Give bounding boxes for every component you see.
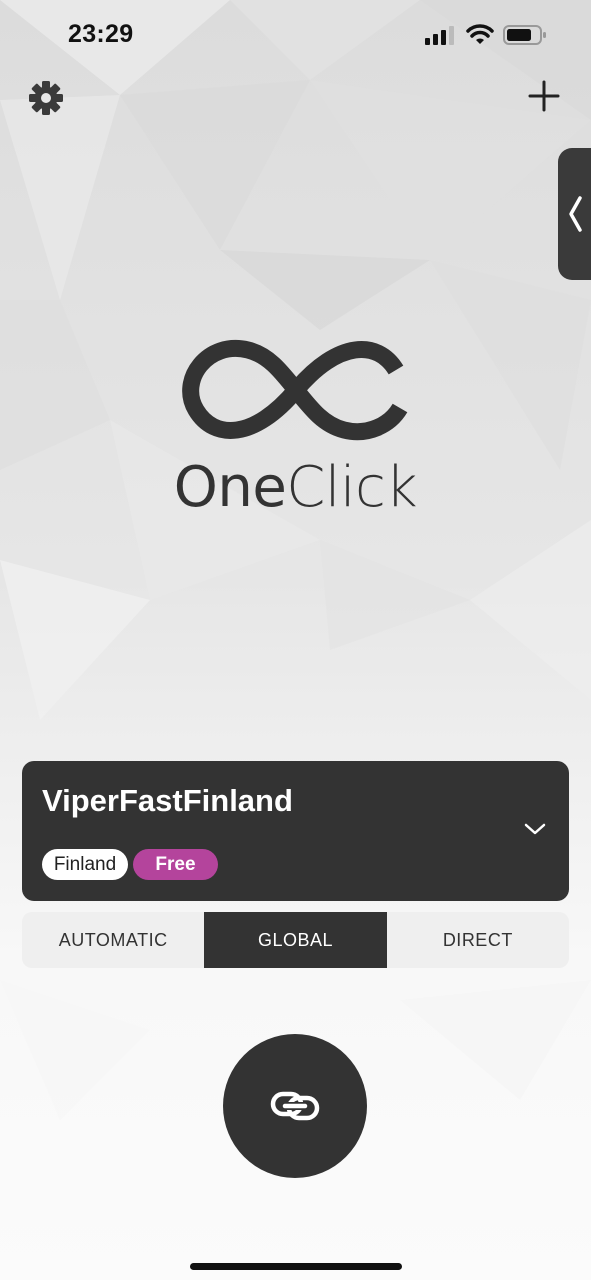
home-indicator <box>190 1263 402 1270</box>
gear-icon[interactable] <box>26 78 66 118</box>
chevron-down-icon <box>524 823 546 835</box>
connect-button[interactable] <box>223 1034 367 1178</box>
server-selector[interactable]: ViperFastFinland Finland Free <box>22 761 569 901</box>
link-icon <box>270 1091 320 1121</box>
status-time: 23:29 <box>68 20 134 48</box>
mode-automatic[interactable]: AUTOMATIC <box>22 912 204 968</box>
plus-icon[interactable] <box>524 76 564 116</box>
signal-icon <box>425 26 454 45</box>
chevron-left-icon <box>569 196 582 232</box>
logo-text-click: Click <box>286 455 418 520</box>
mode-global[interactable]: GLOBAL <box>204 912 387 968</box>
plan-badge: Free <box>133 849 218 880</box>
wifi-icon <box>466 24 494 44</box>
infinity-icon <box>182 340 408 441</box>
mode-direct[interactable]: DIRECT <box>387 912 569 968</box>
battery-icon <box>503 25 546 45</box>
mode-selector: AUTOMATIC GLOBAL DIRECT <box>22 912 569 968</box>
status-bar: 23:29 <box>0 0 591 70</box>
logo-wordmark: OneClick <box>0 455 591 520</box>
side-drawer-tab[interactable] <box>558 148 591 280</box>
logo-text-one: One <box>173 455 287 520</box>
country-badge: Finland <box>42 849 128 880</box>
server-name: ViperFastFinland <box>42 783 293 818</box>
